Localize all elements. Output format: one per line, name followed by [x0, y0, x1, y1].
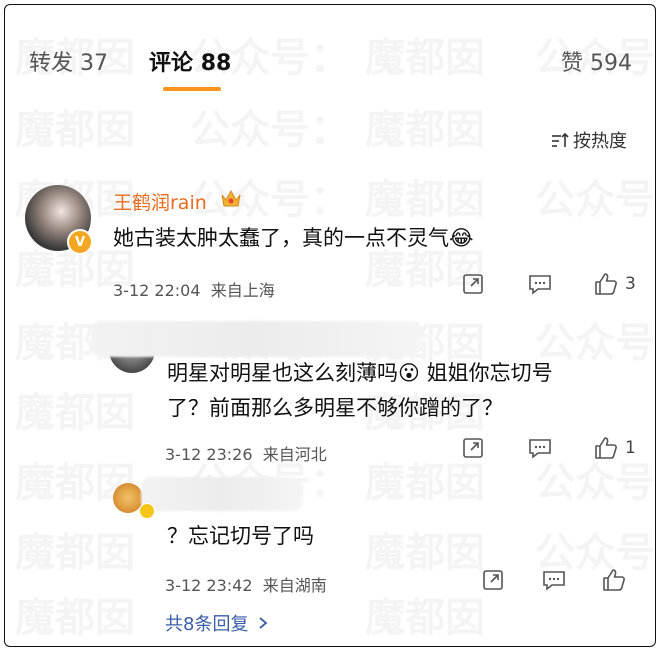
share-button[interactable] — [461, 436, 485, 460]
watermark: 魔都囡 — [365, 585, 485, 643]
comment-username[interactable]: 王鹤润rain — [113, 188, 207, 215]
watermark: 魔都囡 — [15, 520, 135, 578]
watermark: 公众号： — [190, 97, 350, 155]
watermark: 魔都囡 — [15, 585, 135, 643]
comment-meta: 3-12 23:26 来自河北 — [165, 445, 327, 464]
thumbs-up-icon — [595, 437, 617, 459]
watermark: 魔都囡 — [15, 380, 135, 438]
comment-meta: 3-12 22:04 来自上海 — [113, 281, 275, 300]
watermark: 公众号： — [535, 310, 655, 368]
tab-comments[interactable]: 评论 88 — [149, 45, 231, 77]
tab-repost[interactable]: 转发 37 — [29, 45, 108, 77]
share-icon — [463, 274, 483, 294]
watermark: 魔都囡 — [365, 97, 485, 155]
verified-badge-icon: V — [67, 229, 93, 255]
comment-button[interactable] — [527, 272, 553, 296]
share-button[interactable] — [461, 272, 485, 296]
weibo-comment-panel: 魔都囡 公众号： 魔都囡 公众号： 魔都囡 公众号： 魔都囡 魔都囡 公众号： … — [4, 4, 656, 647]
sort-icon — [552, 132, 569, 147]
active-tab-indicator — [163, 87, 221, 91]
chevron-right-icon — [259, 617, 268, 629]
comment-button[interactable] — [527, 436, 553, 460]
watermark: 公众号： — [190, 167, 350, 225]
comment-text: 她古装太肿太蠢了，真的一点不灵气😂 — [113, 226, 474, 250]
like-count: 3 — [625, 274, 636, 294]
comment-icon — [543, 571, 565, 591]
redacted-username — [141, 477, 303, 511]
like-button[interactable]: 1 — [593, 435, 636, 461]
comment-text-line-2: 了？前面那么多明星不够你蹭的了？ — [167, 396, 503, 420]
verified-badge-icon — [139, 503, 155, 519]
share-button[interactable] — [481, 568, 505, 592]
thumbs-up-icon — [603, 569, 625, 591]
vip-crown-icon — [219, 187, 243, 213]
watermark: 魔都囡 — [365, 167, 485, 225]
comment-text: ？忘记切号了吗 — [167, 524, 314, 548]
comment-meta: 3-12 23:42 来自湖南 — [165, 576, 327, 595]
share-icon — [463, 438, 483, 458]
watermark: 魔都囡 — [15, 97, 135, 155]
view-all-replies-link[interactable]: 共8条回复 — [165, 610, 270, 636]
watermark: 公众号： — [535, 167, 655, 225]
like-count: 1 — [625, 438, 636, 458]
share-icon — [483, 570, 503, 590]
comment-icon — [529, 439, 551, 459]
like-button[interactable]: 3 — [593, 271, 636, 297]
thumbs-up-icon — [595, 273, 617, 295]
comment-icon — [529, 275, 551, 295]
like-button[interactable] — [601, 567, 627, 593]
watermark: 魔都囡 — [365, 25, 485, 83]
redacted-username — [91, 321, 421, 357]
sort-by-hot-button[interactable]: 按热度 — [550, 127, 627, 153]
tab-likes[interactable]: 赞 594 — [561, 45, 632, 77]
watermark: 魔都囡 — [365, 520, 485, 578]
comment-text-line-1: 明星对明星也这么刻薄吗😮 姐姐你忘切号 — [167, 361, 553, 385]
comment-button[interactable] — [541, 568, 567, 592]
